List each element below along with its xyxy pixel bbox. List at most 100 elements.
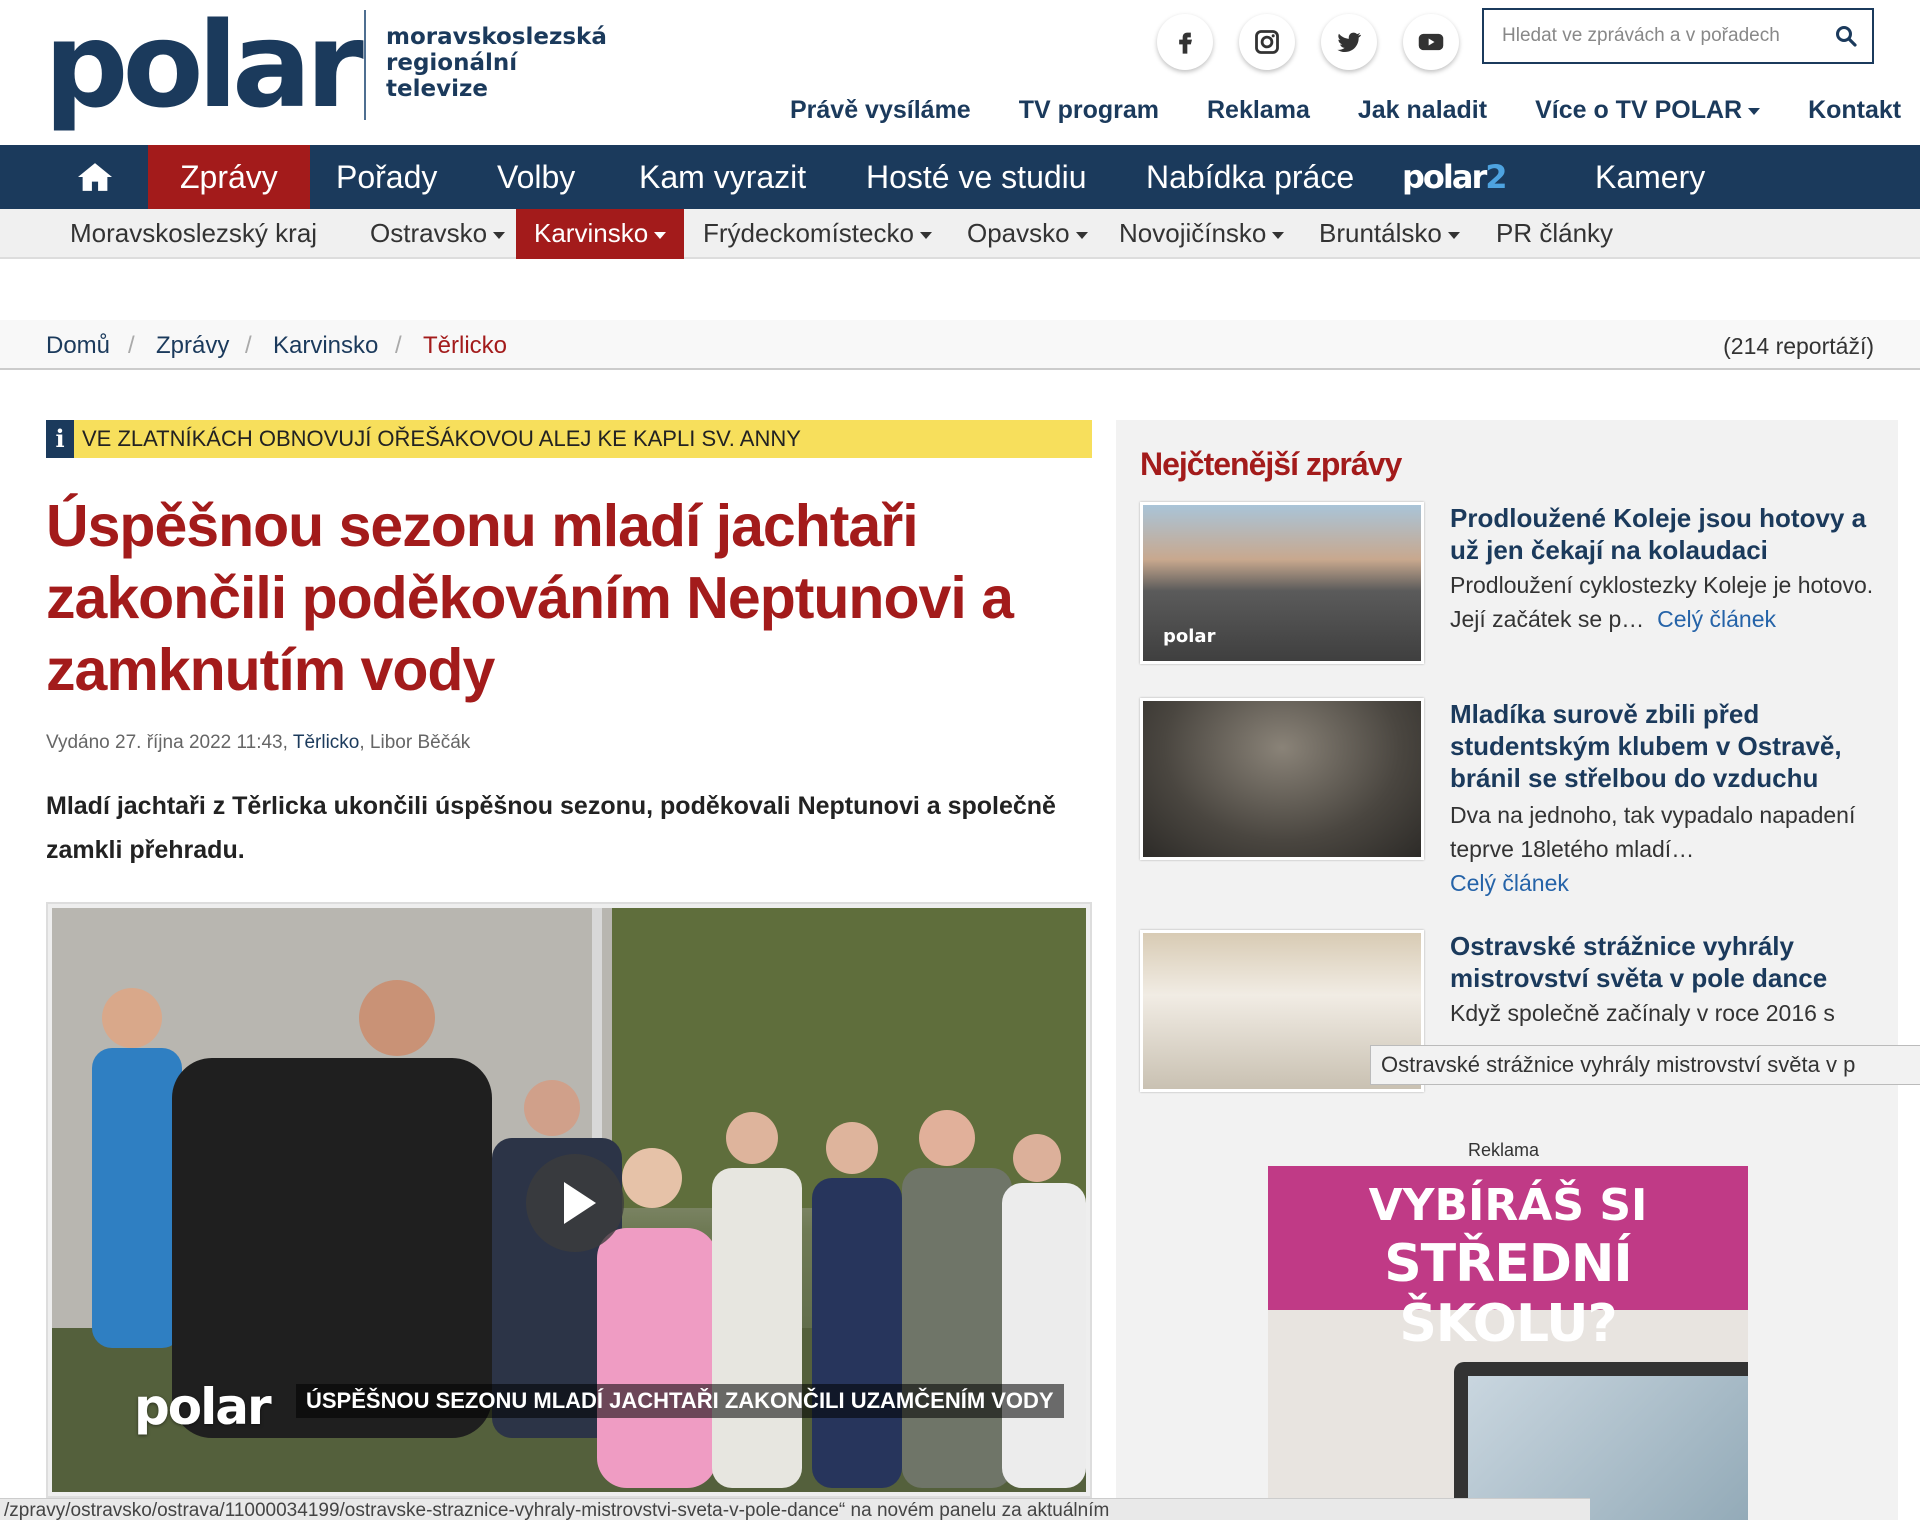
search-icon[interactable]	[1834, 24, 1858, 48]
mainnav-kam-vyrazit[interactable]: Kam vyrazit	[639, 145, 806, 209]
ticker-bar[interactable]: i VE ZLATNÍKÁCH OBNOVUJÍ OŘEŠÁKOVOU ALEJ…	[46, 420, 1092, 458]
news-thumbnail[interactable]: polar	[1140, 502, 1424, 664]
region-opavsko[interactable]: Opavsko	[967, 209, 1088, 259]
youtube-button[interactable]	[1403, 14, 1459, 70]
topnav-reklama[interactable]: Reklama	[1207, 96, 1310, 125]
logo-subtitle: moravskoslezská regionální televize	[386, 24, 607, 102]
topnav-kontakt[interactable]: Kontakt	[1808, 96, 1901, 125]
facebook-icon	[1179, 32, 1192, 54]
browser-status-bar: /zpravy/ostravsko/ostrava/11000034199/os…	[0, 1498, 1590, 1520]
home-icon[interactable]	[76, 160, 114, 194]
topnav-tv-program[interactable]: TV program	[1019, 96, 1159, 125]
search-box	[1482, 8, 1874, 64]
region-bruntalsko[interactable]: Bruntálsko	[1319, 209, 1460, 259]
chevron-down-icon	[1075, 231, 1088, 239]
topnav-prave-vysilame[interactable]: Právě vysíláme	[790, 96, 971, 125]
instagram-icon	[1255, 30, 1279, 54]
report-count: (214 reportáží)	[1723, 333, 1874, 359]
instagram-button[interactable]	[1239, 14, 1295, 70]
ticker-text: VE ZLATNÍKÁCH OBNOVUJÍ OŘEŠÁKOVOU ALEJ K…	[82, 426, 801, 451]
region-ostravsko-label: Ostravsko	[370, 218, 488, 248]
logo-divider	[364, 10, 366, 120]
news-card-title[interactable]: Mladíka surově zbili před studentským kl…	[1450, 698, 1880, 794]
ad-line-1: VYBÍRÁŠ SI	[1368, 1180, 1648, 1231]
region-pr-clanky[interactable]: PR články	[1496, 209, 1613, 259]
chevron-down-icon	[919, 231, 932, 239]
topnav-jak-naladit[interactable]: Jak naladit	[1358, 96, 1487, 125]
news-card[interactable]: Mladíka surově zbili před studentským kl…	[1140, 698, 1880, 908]
video-caption: ÚSPĚŠNOU SEZONU MLADÍ JACHTAŘI ZAKONČILI…	[296, 1384, 1064, 1418]
mainnav-kamery[interactable]: Kamery	[1595, 145, 1705, 209]
breadcrumb-separator: /	[128, 332, 135, 359]
search-input[interactable]	[1500, 10, 1820, 62]
news-card-desc: Když společně začínaly v roce 2016 s	[1450, 1000, 1835, 1026]
article-lead: Mladí jachtaři z Těrlicka ukončili úspěš…	[46, 792, 1056, 864]
breadcrumb-domu[interactable]: Domů	[46, 320, 110, 372]
link-tooltip: Ostravské strážnice vyhrály mistrovství …	[1370, 1045, 1920, 1085]
facebook-button[interactable]	[1157, 14, 1213, 70]
breadcrumb-current: Těrlicko	[423, 332, 508, 359]
polar2-logo[interactable]: polar2	[1402, 145, 1508, 209]
mainnav-nabidka-prace[interactable]: Nabídka práce	[1146, 145, 1354, 209]
breadcrumb-karvinsko[interactable]: Karvinsko	[273, 320, 378, 372]
site-header: polar moravskoslezská regionální televiz…	[0, 0, 1920, 145]
read-more-link[interactable]: Celý článek	[1450, 870, 1569, 896]
region-moravskoslezsky[interactable]: Moravskoslezský kraj	[70, 209, 317, 259]
advertisement-banner[interactable]: VYBÍRÁŠ SI STŘEDNÍ ŠKOLU?	[1268, 1166, 1748, 1520]
topnav-vice-o-polar[interactable]: Více o TV POLAR	[1535, 96, 1761, 125]
news-card[interactable]: polar Prodloužené Koleje jsou hotovy a u…	[1140, 502, 1880, 672]
region-frydek-label: Frýdeckomístecko	[703, 218, 914, 248]
region-novojicinsko-label: Novojičínsko	[1119, 218, 1267, 248]
twitter-button[interactable]	[1321, 14, 1377, 70]
read-more-link[interactable]: Celý článek	[1657, 606, 1776, 632]
video-logo: polar	[134, 1378, 272, 1436]
polar2-text: polar	[1402, 158, 1487, 196]
news-card-title[interactable]: Prodloužené Koleje jsou hotovy a už jen …	[1450, 502, 1880, 566]
breadcrumb-separator: /	[395, 332, 402, 359]
region-nav: Moravskoslezský kraj Ostravsko Karvinsko…	[0, 209, 1920, 259]
news-card-desc: Prodloužení cyklostezky Koleje je hotovo…	[1450, 568, 1880, 636]
ad-laptop-image	[1454, 1362, 1748, 1520]
chevron-down-icon	[1447, 231, 1460, 239]
chevron-down-icon	[1272, 231, 1285, 239]
polar2-number: 2	[1485, 158, 1507, 196]
region-opavsko-label: Opavsko	[967, 218, 1070, 248]
article-location-link[interactable]: Těrlicko	[293, 732, 360, 753]
mainnav-volby[interactable]: Volby	[497, 145, 575, 209]
thumbnail-logo: polar	[1163, 626, 1216, 647]
ad-label: Reklama	[1468, 1140, 1540, 1160]
news-thumbnail[interactable]	[1140, 698, 1424, 860]
breadcrumb: Domů / Zprávy / Karvinsko / Těrlicko (21…	[0, 320, 1920, 370]
article-title: Úspěšnou sezonu mladí jachtaři zakončili…	[46, 493, 1014, 703]
article-meta: Vydáno 27. října 2022 11:43, Těrlicko, L…	[46, 732, 470, 754]
video-player[interactable]: polar ÚSPĚŠNOU SEZONU MLADÍ JACHTAŘI ZAK…	[46, 902, 1092, 1498]
main-nav: Zprávy Pořady Volby Kam vyrazit Hosté ve…	[0, 145, 1920, 209]
article-author: , Libor Běčák	[359, 732, 471, 753]
mainnav-porady[interactable]: Pořady	[336, 145, 437, 209]
info-icon: i	[46, 420, 74, 458]
polar-logo[interactable]: polar	[44, 6, 364, 124]
mainnav-zpravy[interactable]: Zprávy	[148, 145, 310, 209]
region-ostravsko[interactable]: Ostravsko	[370, 209, 506, 259]
article-date: Vydáno 27. října 2022 11:43,	[46, 732, 288, 753]
most-read-title: Nejčtenější zprávy	[1140, 446, 1402, 482]
video-thumbnail: polar ÚSPĚŠNOU SEZONU MLADÍ JACHTAŘI ZAK…	[52, 908, 1086, 1492]
chevron-down-icon	[654, 231, 667, 239]
region-frydeckomistecko[interactable]: Frýdeckomístecko	[703, 209, 932, 259]
topnav-vice-label: Více o TV POLAR	[1535, 96, 1743, 124]
youtube-icon	[1418, 33, 1444, 51]
region-novojicinsko[interactable]: Novojičínsko	[1119, 209, 1285, 259]
region-karvinsko-label: Karvinsko	[534, 218, 649, 248]
breadcrumb-separator: /	[245, 332, 252, 359]
news-card-title[interactable]: Ostravské strážnice vyhrály mistrovství …	[1450, 930, 1880, 994]
breadcrumb-zpravy[interactable]: Zprávy	[156, 320, 229, 372]
news-card-excerpt: Dva na jednoho, tak vypadalo napadení te…	[1450, 802, 1856, 862]
chevron-down-icon	[1748, 107, 1761, 115]
top-nav: Právě vysíláme TV program Reklama Jak na…	[790, 96, 1901, 125]
play-icon[interactable]	[526, 1154, 624, 1252]
region-bruntalsko-label: Bruntálsko	[1319, 218, 1442, 248]
region-karvinsko[interactable]: Karvinsko	[516, 209, 685, 259]
mainnav-hoste[interactable]: Hosté ve studiu	[866, 145, 1087, 209]
news-card-desc: Dva na jednoho, tak vypadalo napadení te…	[1450, 798, 1880, 900]
social-links	[1157, 14, 1459, 70]
